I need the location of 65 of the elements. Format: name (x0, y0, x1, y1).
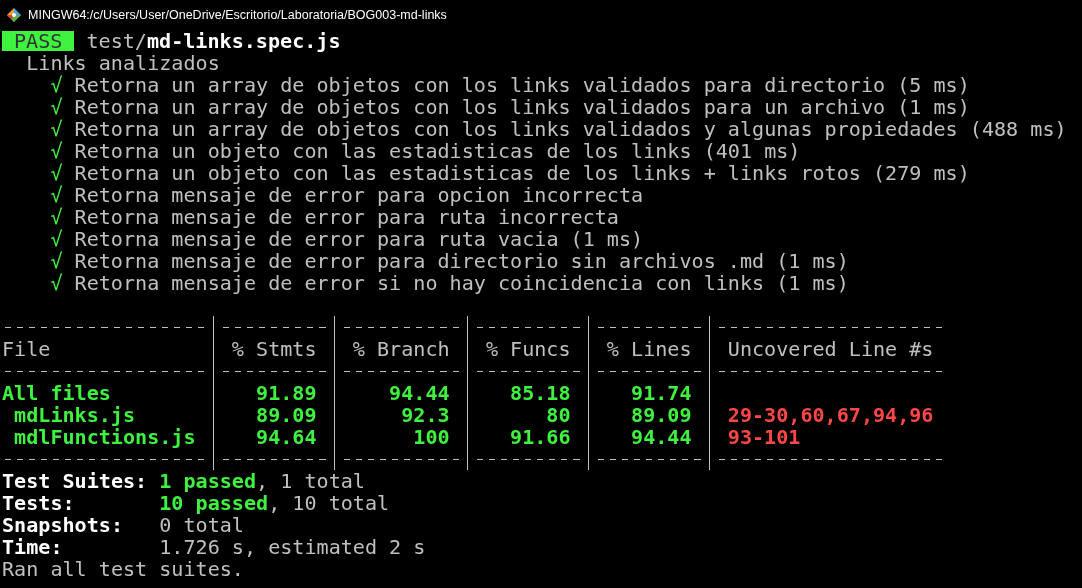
footer-message: Ran all test suites. (2, 558, 244, 580)
check-icon: √ (50, 250, 63, 272)
column-header: % Branch (351, 338, 451, 360)
coverage-value: 80 (546, 404, 571, 426)
coverage-value: 91.89 (256, 382, 317, 404)
check-icon: √ (50, 118, 63, 140)
column-header: File (2, 338, 52, 360)
app-icon (7, 8, 21, 22)
coverage-value: 94.64 (256, 426, 317, 448)
summary-value: 1 passed, 1 total (159, 470, 365, 492)
coverage-value: 92.3 (401, 404, 450, 426)
test-name: Retorna mensaje de error para opcion incorrecta (74, 184, 644, 206)
test-name: Retorna mensaje de error para directorio sin archivos .md (74, 250, 765, 272)
column-header: % Funcs (484, 338, 572, 360)
test-file-path: test/md-links.spec.js (86, 30, 341, 52)
check-icon: √ (50, 140, 63, 162)
describe-title: Links analizados (26, 52, 220, 74)
check-icon: √ (50, 74, 63, 96)
coverage-value: 85.18 (510, 382, 571, 404)
test-name: Retorna un array de objetos con los links validados para directorio (74, 74, 886, 96)
test-name: Retorna mensaje de error si no hay coincidencia con links (74, 272, 765, 294)
column-header: % Lines (605, 338, 693, 360)
column-header: Uncovered Line #s (726, 338, 935, 360)
test-name: Retorna un objeto con las estadisticas de los links + links rotos (74, 162, 861, 184)
test-name: Retorna un array de objetos con los links validados para un archivo (74, 96, 886, 118)
file-name: mdLinks.js (13, 404, 137, 426)
uncovered-lines: 93-101 (727, 426, 801, 448)
summary-value: 10 passed, 10 total (159, 492, 390, 514)
test-duration: (1 ms) (776, 272, 849, 294)
uncovered-lines: 29-30,60,67,94,96 (727, 404, 934, 426)
summary-label: Tests: (2, 492, 76, 514)
test-duration: (1 ms) (776, 250, 849, 272)
test-name: Retorna un objeto con las estadisticas de los links (74, 140, 692, 162)
test-duration: (488 ms) (969, 118, 1067, 140)
test-duration: (1 ms) (897, 96, 970, 118)
summary-value: 0 total (159, 514, 244, 536)
test-name: Retorna mensaje de error para ruta incorrecta (74, 206, 619, 228)
coverage-value: 89.09 (631, 404, 692, 426)
test-duration: (1 ms) (570, 228, 644, 250)
window-title: MINGW64:/c/Users/User/OneDrive/Escritorio/Laboratoria/BOG003-md-links (28, 8, 447, 22)
coverage-value: 91.66 (510, 426, 571, 448)
file-name: mdlFunctions.js (13, 426, 197, 448)
check-icon: √ (50, 96, 63, 118)
check-icon: √ (50, 228, 63, 250)
check-icon: √ (50, 206, 63, 228)
column-header: % Stmts (230, 338, 318, 360)
coverage-value: 100 (413, 426, 450, 448)
coverage-value: 91.74 (631, 382, 692, 404)
summary-label: Time: (2, 536, 63, 558)
check-icon: √ (50, 184, 63, 206)
test-duration: (279 ms) (873, 162, 970, 184)
test-name: Retorna mensaje de error para ruta vacia (74, 228, 559, 250)
file-name: All files (2, 382, 112, 404)
summary-label: Snapshots: (2, 514, 124, 536)
test-duration: (401 ms) (703, 140, 801, 162)
test-duration: (5 ms) (897, 74, 970, 96)
coverage-value: 94.44 (389, 382, 450, 404)
summary-value: 1.726 s, estimated 2 s (159, 536, 426, 558)
pass-badge: PASS (2, 31, 75, 51)
check-icon: √ (50, 162, 63, 184)
test-name: Retorna un array de objetos con los links validados y algunas propiedades (74, 118, 958, 140)
check-icon: √ (50, 272, 63, 294)
coverage-value: 94.44 (631, 426, 692, 448)
coverage-value: 89.09 (256, 404, 317, 426)
summary-label: Test Suites: (2, 470, 149, 492)
